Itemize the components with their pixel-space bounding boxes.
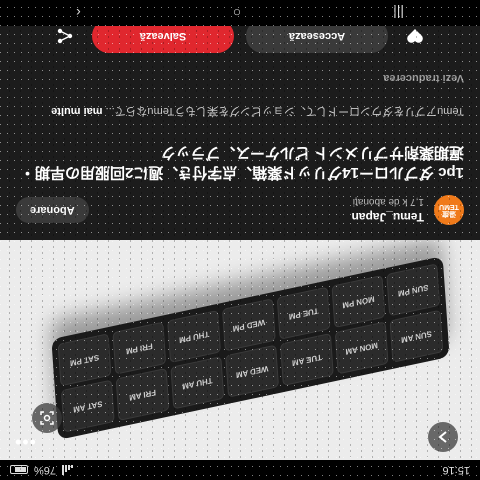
pill-compartment: TUE AM [279,332,334,387]
pill-compartment: SUN AM [389,309,444,363]
more-link[interactable]: mai multe [51,105,102,117]
recents-icon[interactable]: ||| [393,5,404,21]
description-text: Temuアプリをダウンロードして、ショッピングを楽しもうTemuならで... [105,105,464,117]
follow-button[interactable]: Abonare [16,197,89,223]
battery-percent: 76% [34,464,57,476]
pillbox: SUN AM MON AM TUE AM WED AM THU AM FRI AM SAT … [51,256,450,440]
avatar-text: TEMU [439,203,459,210]
lens-search-icon[interactable] [32,403,62,433]
status-bar: 15:16 76% [0,460,480,480]
pill-compartment: THU AM [170,356,225,410]
clock: 15:16 [442,464,470,476]
three-dots-icon[interactable]: ••• [14,431,36,452]
pill-compartment: MON PM [331,274,386,329]
app-screen: 15:16 76% SUN AM MON AM TUE AM WED AM THU AM… [0,0,480,480]
pill-compartment: FRI AM [115,367,170,422]
signal-icon [62,465,74,475]
pill-compartment: TUE PM [276,286,331,340]
product-image[interactable]: SUN AM MON AM TUE AM WED AM THU AM FRI AM SAT … [0,240,480,460]
battery-icon [10,465,28,475]
chevron-icon[interactable] [428,422,458,452]
creator-meta: Temu_Japan 1,7 k de abonați [352,196,424,224]
pin-description: Temuアプリをダウンロードして、ショッピングを楽しもうTemuならで... m… [16,103,464,118]
pill-compartment: FRI PM [112,321,167,375]
pill-compartment: SUN PM [386,263,441,317]
status-left: 15:16 [442,464,470,476]
system-nav-bar: ||| ○ ‹ [0,0,480,26]
pill-compartment: SAT PM [57,333,112,387]
creator-row: 温度 TEMU Temu_Japan 1,7 k de abonați Abon… [16,192,464,228]
avatar-subtext: 温度 [442,210,456,217]
pin-title: 1pc ダブルロー14グリッド薬箱、点字付き、週に2回服用の早期・遅期薬剤サプリ… [20,143,464,181]
pill-compartment: WED AM [225,344,280,398]
translate-link[interactable]: Vezi traducerea [383,72,464,84]
pill-compartment: THU PM [167,309,222,364]
back-icon[interactable]: ‹ [76,5,81,21]
avatar[interactable]: 温度 TEMU [434,195,464,225]
follower-count: 1,7 k de abonați [352,196,424,207]
pin-details: 温度 TEMU Temu_Japan 1,7 k de abonați Abon… [0,0,480,240]
creator-name[interactable]: Temu_Japan [352,210,424,224]
pill-compartment: MON AM [334,321,389,375]
pill-compartment: SAT AM [60,379,115,433]
home-icon[interactable]: ○ [233,5,241,21]
status-right: 76% [10,464,74,476]
pill-compartment: WED PM [221,298,276,352]
pillbox-illustration: SUN AM MON AM TUE AM WED AM THU AM FRI AM SAT … [30,240,450,444]
